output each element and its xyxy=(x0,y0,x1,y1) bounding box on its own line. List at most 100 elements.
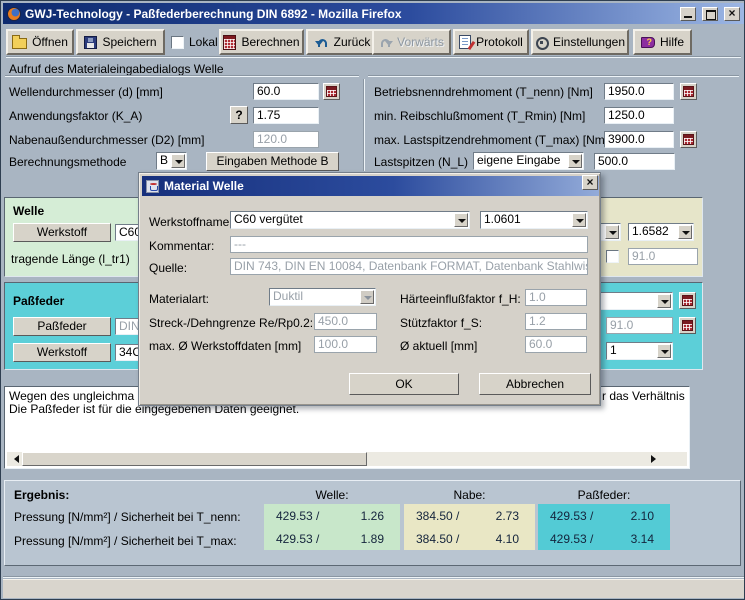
scrollbar-thumb[interactable] xyxy=(22,452,367,466)
pressure-value: 429.53 / xyxy=(550,532,593,546)
open-folder-icon xyxy=(12,38,27,49)
load-peaks-input[interactable]: 500.0 xyxy=(594,153,675,170)
haerte-label: Härteeinflußfaktor f_H: xyxy=(400,292,521,306)
passfeder-button[interactable]: Paßfeder xyxy=(13,317,111,336)
minimize-button[interactable] xyxy=(680,7,696,21)
materialart-label: Materialart: xyxy=(149,292,209,306)
werkstoffname-value: C60 vergütet xyxy=(234,212,303,226)
firefox-icon xyxy=(7,7,21,21)
statusbar-separator xyxy=(3,576,744,578)
back-button[interactable]: Zurück xyxy=(306,29,380,55)
peak-torque-input[interactable]: 3900.0 xyxy=(604,131,674,148)
horizontal-scrollbar[interactable] xyxy=(7,452,687,466)
chevron-down-icon xyxy=(454,213,468,227)
results-title: Ergebnis: xyxy=(14,488,69,502)
calculator-icon xyxy=(682,295,693,306)
material-number-select[interactable]: 1.0601 xyxy=(480,211,588,229)
java-coffee-icon xyxy=(146,180,159,193)
scroll-right-arrow[interactable] xyxy=(645,452,659,466)
friction-torque-label: min. Reibschlußmoment (T_Rmin) [Nm] xyxy=(374,109,585,123)
pressure-value: 429.53 / xyxy=(276,532,319,546)
dialog-close-icon[interactable] xyxy=(582,175,598,190)
chevron-down-icon xyxy=(171,154,185,168)
welle-length-label: tragende Länge (l_tr1) xyxy=(11,252,130,266)
pressure-value: 384.50 / xyxy=(416,532,459,546)
shaft-diameter-label: Wellendurchmesser (d) [mm] xyxy=(9,85,163,99)
passfeder-count-select[interactable]: 1 xyxy=(606,342,673,360)
floppy-disk-icon xyxy=(84,36,97,49)
friction-torque-input[interactable]: 1250.0 xyxy=(604,107,674,124)
results-panel: Ergebnis: Welle: Nabe: Paßfeder: Pressun… xyxy=(4,480,741,566)
maximize-button[interactable] xyxy=(702,7,718,21)
toolbar-separator xyxy=(6,56,741,58)
dialog-titlebar[interactable]: Material Welle xyxy=(142,176,599,196)
quelle-label: Quelle: xyxy=(149,261,187,275)
nabe-length-checkbox[interactable] xyxy=(606,250,619,263)
shaft-diameter-input[interactable]: 60.0 xyxy=(253,83,319,100)
method-label: Berechnungsmethode xyxy=(9,155,126,169)
open-button-label: Öffnen xyxy=(32,35,68,49)
protocol-button[interactable]: Protokoll xyxy=(453,29,529,55)
results-passfeder-cells: 429.53 / 2.10 429.53 /3.14 xyxy=(538,504,670,550)
pressure-value: 384.50 / xyxy=(416,509,459,523)
nabe-material-number-value: 1.6582 xyxy=(632,224,669,238)
save-button[interactable]: Speichern xyxy=(76,29,165,55)
back-arrow-icon xyxy=(316,37,329,48)
help-button[interactable]: Hilfe xyxy=(633,29,692,55)
groupbox-line-right xyxy=(368,75,739,77)
method-select[interactable]: B xyxy=(156,152,187,170)
safety-value: 2.10 xyxy=(631,509,654,523)
safety-value: 2.73 xyxy=(496,509,519,523)
method-select-value: B xyxy=(160,153,168,167)
materialart-value: Duktil xyxy=(273,289,303,303)
cancel-button[interactable]: Abbrechen xyxy=(479,373,591,395)
lokal-checkbox[interactable] xyxy=(171,36,184,49)
passfeder-werkstoff-button[interactable]: Werkstoff xyxy=(13,343,111,362)
lokal-checkbox-group: Lokal xyxy=(171,29,217,55)
results-passfeder-tmax: 429.53 /3.14 xyxy=(538,527,670,550)
nominal-torque-calc-button[interactable] xyxy=(680,83,697,100)
settings-button[interactable]: Einstellungen xyxy=(531,29,629,55)
haerte-input: 1.0 xyxy=(525,289,587,306)
chevron-down-icon xyxy=(572,213,586,227)
passfeder-carry-length-calc-button[interactable] xyxy=(679,317,696,334)
calculator-icon xyxy=(683,86,694,97)
scroll-left-arrow[interactable] xyxy=(7,452,21,466)
application-factor-label: Anwendungsfaktor (K_A) xyxy=(9,109,142,123)
welle-werkstoff-button[interactable]: Werkstoff xyxy=(13,223,111,242)
browser-statusbar xyxy=(3,579,744,598)
results-nabe-tnenn: 384.50 / 2.73 xyxy=(404,504,535,527)
protocol-button-label: Protokoll xyxy=(476,35,523,49)
nominal-torque-label: Betriebsnenndrehmoment (T_nenn) [Nm] xyxy=(374,85,593,99)
document-icon xyxy=(459,35,471,49)
materialart-select: Duktil xyxy=(269,288,376,306)
method-b-inputs-button[interactable]: Eingaben Methode B xyxy=(206,152,339,171)
passfeder-count-value: 1 xyxy=(610,343,617,357)
message-line1-left: Wegen des ungleichma xyxy=(9,390,142,403)
open-button[interactable]: Öffnen xyxy=(6,29,74,55)
hub-outer-diameter-label: Nabenaußendurchmesser (D2) [mm] xyxy=(9,133,204,147)
close-button[interactable] xyxy=(724,7,740,21)
shaft-diameter-calc-button[interactable] xyxy=(323,83,340,100)
status-line: Aufruf des Materialeingabedialogs Welle xyxy=(9,62,224,76)
nabe-material-number-select[interactable]: 1.6582 xyxy=(628,223,694,241)
chevron-down-icon xyxy=(657,344,671,358)
calculate-button[interactable]: Berechnen xyxy=(219,29,304,55)
ok-button[interactable]: OK xyxy=(349,373,459,395)
app-window: GWJ-Technology - Paßfederberechnung DIN … xyxy=(0,0,745,600)
peak-torque-calc-button[interactable] xyxy=(680,131,697,148)
dialog-title: Material Welle xyxy=(164,179,244,193)
application-factor-help-button[interactable]: ? xyxy=(230,106,248,124)
hub-outer-diameter-input: 120.0 xyxy=(253,131,319,148)
load-peaks-select[interactable]: eigene Eingabe xyxy=(473,152,584,170)
calculator-icon xyxy=(682,320,693,331)
results-row1-label: Pressung [N/mm²] / Sicherheit bei T_nenn… xyxy=(14,507,241,527)
column-separator xyxy=(363,79,365,171)
passfeder-length-calc-button[interactable] xyxy=(679,292,696,309)
werkstoffname-select[interactable]: C60 vergütet xyxy=(230,211,470,229)
window-titlebar[interactable]: GWJ-Technology - Paßfederberechnung DIN … xyxy=(3,3,744,24)
durchmesser-aktuell-input: 60.0 xyxy=(525,336,587,353)
nominal-torque-input[interactable]: 1950.0 xyxy=(604,83,674,100)
application-factor-input[interactable]: 1.75 xyxy=(253,107,319,124)
lokal-label: Lokal xyxy=(189,35,218,49)
